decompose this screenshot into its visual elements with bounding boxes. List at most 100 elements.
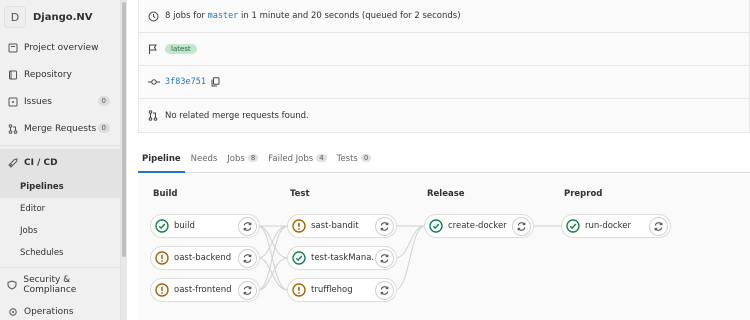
retry-icon[interactable] xyxy=(375,216,394,236)
sidebar-subitem-pipelines[interactable]: Pipelines xyxy=(0,176,120,198)
tab-tests[interactable]: Tests 0 xyxy=(333,150,376,173)
sidebar-item-operations[interactable]: Operations xyxy=(0,298,120,320)
sidebar-divider xyxy=(0,267,120,268)
stage-title-preprod: Preprod xyxy=(564,189,603,199)
tab-pipeline[interactable]: Pipeline xyxy=(138,150,185,173)
retry-icon[interactable] xyxy=(649,216,668,236)
stage-title-test: Test xyxy=(290,189,310,199)
status-success-icon xyxy=(428,219,443,234)
flag-icon xyxy=(148,44,160,55)
tab-label: Needs xyxy=(190,154,218,164)
tab-label: Tests xyxy=(336,154,358,164)
status-success-icon xyxy=(154,219,169,234)
pipeline-summary-row: 8 jobs for master in 1 minute and 20 sec… xyxy=(139,0,749,33)
sidebar-item-repository[interactable]: Repository xyxy=(0,61,120,88)
summary-suffix: in 1 minute and 20 seconds (queued for 2… xyxy=(241,11,461,21)
sidebar-item-merge-requests[interactable]: Merge Requests 0 xyxy=(0,115,120,142)
tab-count-badge: 8 xyxy=(247,154,259,162)
sidebar-item-label: Issues xyxy=(24,96,52,107)
stage-title-release: Release xyxy=(427,189,465,199)
scrollbar-thumb[interactable] xyxy=(122,2,126,257)
main-content: 8 jobs for master in 1 minute and 20 sec… xyxy=(138,0,750,320)
project-avatar: D xyxy=(4,6,26,28)
job-name: sast-bandit xyxy=(311,221,359,231)
cloud-gear-icon xyxy=(7,306,18,317)
pipeline-graph: Build build oast-backend oast-frontend Test s… xyxy=(138,174,750,320)
sidebar-divider xyxy=(0,145,120,146)
clock-icon xyxy=(148,11,160,22)
job-card[interactable]: oast-backend xyxy=(150,246,260,270)
project-name: Django.NV xyxy=(33,11,93,23)
merge-request-icon xyxy=(7,123,18,134)
job-card[interactable]: create-docker xyxy=(424,214,534,238)
sidebar-item-ci-cd[interactable]: CI / CD xyxy=(0,149,120,176)
tab-label: Jobs xyxy=(227,154,245,164)
tab-count-badge: 0 xyxy=(360,154,372,162)
sidebar-item-label: Merge Requests xyxy=(24,123,97,134)
pipeline-tabs: Pipeline Needs Jobs 8 Failed Jobs 4 Tests 0 xyxy=(138,150,750,173)
rocket-icon xyxy=(7,157,18,168)
job-name: oast-frontend xyxy=(174,285,232,295)
project-header[interactable]: D Django.NV xyxy=(0,0,120,34)
pipeline-mr-row: No related merge requests found. xyxy=(139,99,749,132)
book-icon xyxy=(7,69,18,80)
sidebar-item-label: Project overview xyxy=(24,42,99,53)
retry-icon[interactable] xyxy=(375,280,394,300)
job-name: build xyxy=(174,221,195,231)
status-warning-icon xyxy=(154,251,169,266)
retry-icon[interactable] xyxy=(238,216,257,236)
tab-jobs[interactable]: Jobs 8 xyxy=(223,150,262,173)
sidebar-subitem-jobs[interactable]: Jobs xyxy=(0,220,120,242)
tab-count-badge: 4 xyxy=(316,154,327,162)
sidebar: D Django.NV Project overview Repository … xyxy=(0,0,121,320)
sidebar-subitem-schedules[interactable]: Schedules xyxy=(0,242,120,264)
sidebar-subitem-editor[interactable]: Editor xyxy=(0,198,120,220)
status-success-icon xyxy=(565,219,580,234)
sidebar-item-project-overview[interactable]: Project overview xyxy=(0,34,120,61)
job-card[interactable]: trufflehog xyxy=(287,278,397,302)
status-warning-icon xyxy=(291,283,306,298)
app-root: D Django.NV Project overview Repository … xyxy=(0,0,750,320)
job-card[interactable]: run-docker xyxy=(561,214,671,238)
retry-icon[interactable] xyxy=(238,248,257,268)
sidebar-item-label: Repository xyxy=(24,69,72,80)
summary-prefix: 8 jobs for xyxy=(165,11,205,21)
status-warning-icon xyxy=(154,283,169,298)
pipeline-info-panel: 8 jobs for master in 1 minute and 20 sec… xyxy=(138,0,750,133)
job-card[interactable]: build xyxy=(150,214,260,238)
merge-requests-count-badge: 0 xyxy=(97,123,110,133)
tab-failed-jobs[interactable]: Failed Jobs 4 xyxy=(264,150,330,173)
tab-label: Failed Jobs xyxy=(268,154,314,164)
sidebar-item-label: Operations xyxy=(24,306,74,317)
branch-link[interactable]: master xyxy=(208,11,239,21)
sidebar-item-label: Security & Compliance xyxy=(23,274,77,295)
job-name: test-taskMana... xyxy=(311,253,375,263)
job-card[interactable]: oast-frontend xyxy=(150,278,260,302)
merge-requests-text: No related merge requests found. xyxy=(165,110,309,121)
issues-count-badge: 0 xyxy=(97,96,110,106)
sidebar-item-security-compliance[interactable]: Security & Compliance xyxy=(0,271,120,298)
copy-icon[interactable] xyxy=(211,77,220,87)
shield-icon xyxy=(7,279,17,290)
status-warning-icon xyxy=(291,219,306,234)
job-card[interactable]: test-taskMana... xyxy=(287,246,397,270)
retry-icon[interactable] xyxy=(375,248,394,268)
latest-badge: latest xyxy=(165,44,197,54)
status-success-icon xyxy=(291,251,306,266)
commit-icon xyxy=(148,77,160,87)
retry-icon[interactable] xyxy=(512,216,531,236)
sidebar-item-label: CI / CD xyxy=(24,157,58,168)
pipeline-tags-row: latest xyxy=(139,33,749,66)
commit-sha-link[interactable]: 3f83e751 xyxy=(165,77,206,87)
merge-request-icon xyxy=(148,110,160,121)
job-name: run-docker xyxy=(585,221,631,231)
stage-title-build: Build xyxy=(153,189,178,199)
job-name: trufflehog xyxy=(311,285,353,295)
job-card[interactable]: sast-bandit xyxy=(287,214,397,238)
retry-icon[interactable] xyxy=(238,280,257,300)
job-name: oast-backend xyxy=(174,253,232,263)
tab-needs[interactable]: Needs xyxy=(187,150,222,173)
sidebar-item-issues[interactable]: Issues 0 xyxy=(0,88,120,115)
tab-label: Pipeline xyxy=(142,154,181,164)
sidebar-scrollbar[interactable] xyxy=(121,0,127,320)
